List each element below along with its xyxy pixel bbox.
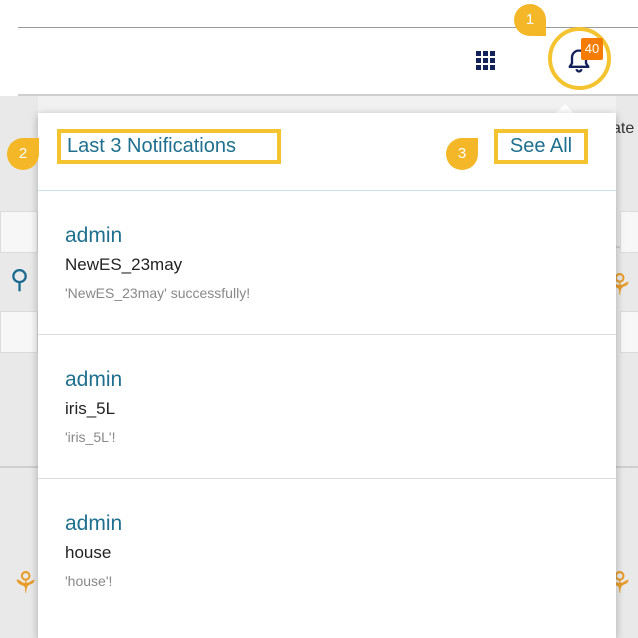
notifications-title: Last 3 Notifications <box>57 129 281 164</box>
see-all-link[interactable]: See All <box>494 129 588 164</box>
step-marker-3: 3 <box>446 138 478 170</box>
notification-message: 'house'! <box>65 573 113 589</box>
notifications-dropdown: Last 3 Notifications See All admin NewES… <box>38 113 616 638</box>
notification-item[interactable]: admin NewES_23may 'NewES_23may' successf… <box>38 191 616 335</box>
notification-count-badge: 40 <box>581 38 603 60</box>
step-marker-1: 1 <box>514 4 546 36</box>
dropdown-header: Last 3 Notifications See All <box>38 113 616 191</box>
notification-item[interactable]: admin iris_5L 'iris_5L'! <box>38 335 616 479</box>
notification-user: admin <box>65 512 123 535</box>
notification-title: NewES_23may <box>65 255 183 274</box>
step-marker-2: 2 <box>7 138 39 170</box>
notification-item[interactable]: admin house 'house'! <box>38 479 616 622</box>
background-card <box>0 311 38 353</box>
notification-user: admin <box>65 224 123 247</box>
notification-message: 'NewES_23may' successfully! <box>65 285 251 301</box>
grid-apps-icon[interactable] <box>476 51 496 71</box>
notification-message: 'iris_5L'! <box>65 429 116 445</box>
notification-title: iris_5L <box>65 399 116 418</box>
background-right-column <box>616 96 638 638</box>
model-icon: ⚲ <box>10 264 30 294</box>
background-left-column <box>0 96 38 638</box>
model-icon: ⚘ <box>12 567 39 600</box>
dropdown-caret <box>556 104 574 113</box>
notification-title: house <box>65 543 112 562</box>
background-card <box>620 211 638 253</box>
background-card <box>0 211 38 253</box>
notification-user: admin <box>65 368 123 391</box>
background-card <box>620 311 638 353</box>
